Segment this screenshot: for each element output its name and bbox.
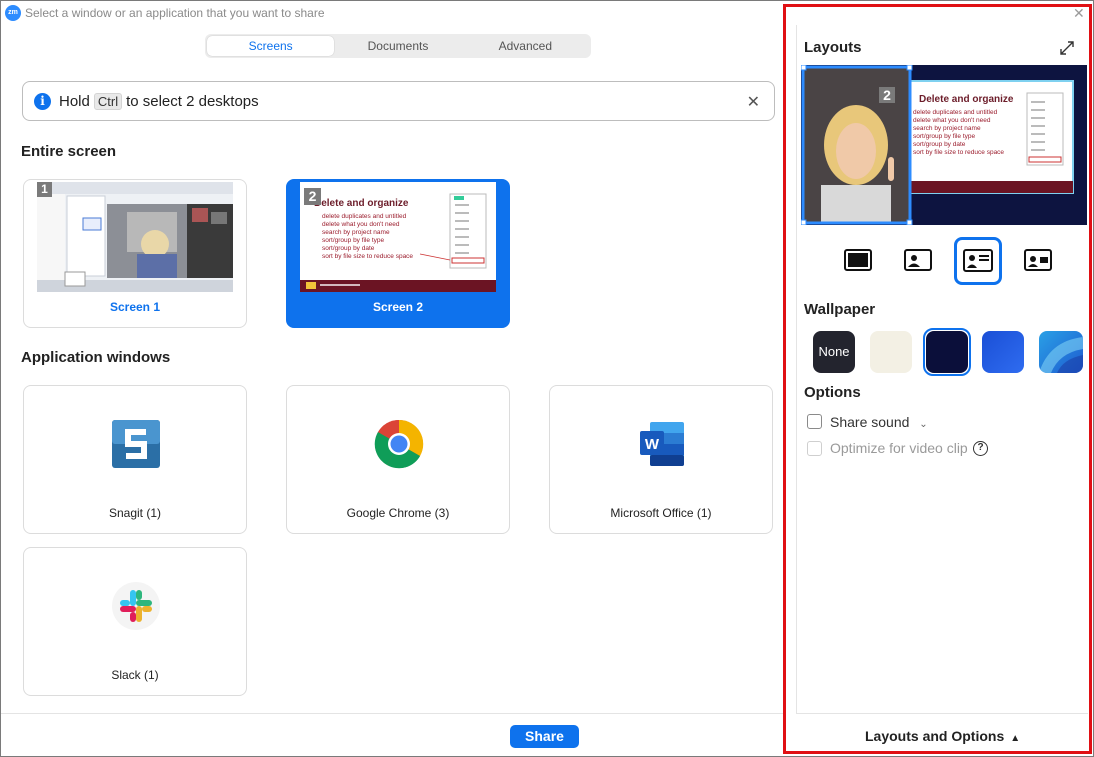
app-card-snagit[interactable]: Snagit (1) [23,385,247,534]
screen-1-preview-image [37,182,233,292]
footer-divider [1,713,783,714]
application-windows-heading: Application windows [21,349,171,366]
app-label-chrome: Google Chrome (3) [346,506,450,520]
screen-2-card[interactable]: Delete and organize delete duplicates an… [286,179,510,328]
snagit-icon [112,420,160,468]
info-banner: i Hold Ctrl to select 2 desktops ✕ [22,81,775,121]
title-bar: zm Select a window or an application tha… [1,1,783,25]
zoom-logo-icon: zm [5,5,21,21]
window-title: Select a window or an application that y… [25,6,325,20]
ctrl-key-badge: Ctrl [93,93,123,110]
tab-screens[interactable]: Screens [207,36,335,56]
info-text-pre: Hold [59,93,90,110]
share-screen-window: zm Select a window or an application tha… [0,0,1094,757]
screen-1-number: 1 [37,182,52,197]
screen-2-slide-graphics [300,193,496,292]
info-text: Hold Ctrl to select 2 desktops [59,93,259,110]
screen-1-label: Screen 1 [109,300,161,314]
entire-screen-heading: Entire screen [21,143,117,160]
app-card-slack[interactable]: Slack (1) [23,547,247,696]
app-label-slack: Slack (1) [111,668,159,682]
info-icon: i [34,93,51,110]
slack-icon [112,582,160,630]
app-card-word[interactable]: W Microsoft Office (1) [549,385,773,534]
screen-1-card[interactable]: 1 Screen 1 [23,179,247,328]
svg-text:W: W [645,436,660,453]
chrome-icon [374,419,424,469]
highlight-box [783,4,1092,754]
share-tabs: Screens Documents Advanced [205,34,591,58]
screen-2-label: Screen 2 [372,300,424,314]
share-button[interactable]: Share [510,725,579,748]
app-label-word: Microsoft Office (1) [610,506,712,520]
tab-documents[interactable]: Documents [334,36,461,56]
word-icon: W [640,422,684,466]
screen-1-thumbnail: 1 [37,182,233,292]
close-banner-icon[interactable]: ✕ [747,92,760,112]
screen-2-number: 2 [304,188,321,205]
app-card-chrome[interactable]: Google Chrome (3) [286,385,510,534]
info-text-post: to select 2 desktops [126,93,259,110]
screen-2-thumbnail: Delete and organize delete duplicates an… [300,182,496,292]
app-label-snagit: Snagit (1) [108,506,162,520]
tab-advanced[interactable]: Advanced [462,36,589,56]
